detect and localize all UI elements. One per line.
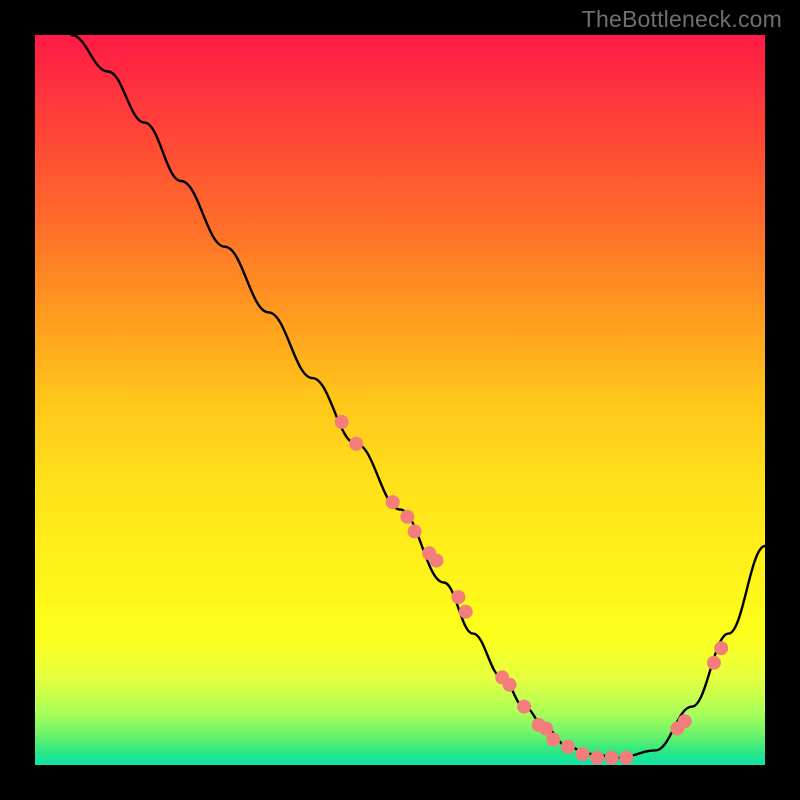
marker-dot [349, 437, 363, 451]
marker-dot [408, 524, 422, 538]
marker-dot [517, 700, 531, 714]
marker-dot [335, 415, 349, 429]
marker-dot [714, 641, 728, 655]
marker-dot [707, 656, 721, 670]
marker-dot [400, 510, 414, 524]
curve-line [72, 35, 766, 758]
marker-dot [386, 495, 400, 509]
marker-dot [503, 678, 517, 692]
marker-dot [678, 714, 692, 728]
marker-dot [451, 590, 465, 604]
marker-dot [430, 554, 444, 568]
marker-dot [619, 751, 633, 765]
marker-dot [576, 747, 590, 761]
marker-dot [605, 751, 619, 765]
chart-container: TheBottleneck.com [0, 0, 800, 800]
chart-svg [35, 35, 765, 765]
marker-dot [561, 740, 575, 754]
marker-dot [459, 605, 473, 619]
marker-dot [546, 733, 560, 747]
attribution-text: TheBottleneck.com [582, 6, 782, 33]
marker-dot [590, 751, 604, 765]
plot-area [35, 35, 765, 765]
